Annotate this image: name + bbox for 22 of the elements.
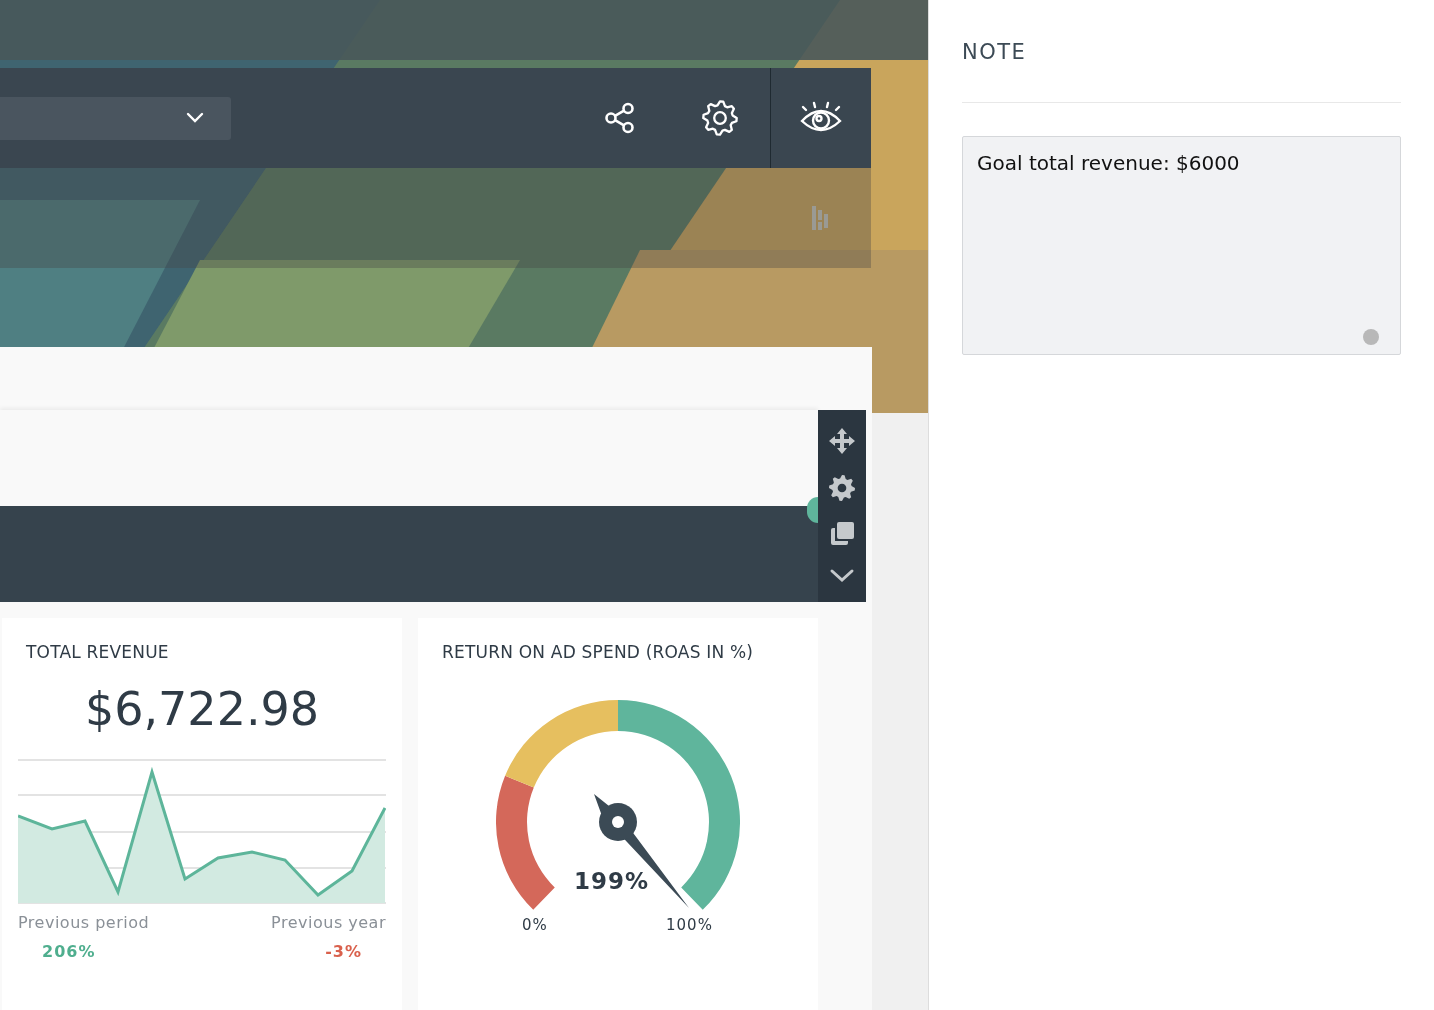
comparison-value: -3% [324, 942, 363, 961]
gauge-max-label: 100% [666, 916, 713, 934]
comparison-label: Previous year [271, 913, 386, 932]
chevron-down-icon [186, 112, 204, 124]
card-title: RETURN ON AD SPEND (ROAS IN %) [442, 642, 755, 662]
gear-icon[interactable] [829, 474, 855, 501]
resize-handle[interactable] [1363, 329, 1379, 345]
comparison-label: Previous period [18, 913, 150, 932]
share-icon [604, 102, 636, 134]
move-icon[interactable] [829, 428, 855, 455]
copy-icon[interactable] [829, 521, 855, 548]
note-field[interactable]: Goal total revenue: $6000 [962, 136, 1401, 355]
chevron-down-icon[interactable] [829, 567, 855, 584]
panel-title: NOTE [962, 40, 1028, 64]
revenue-value: $6,722.98 [83, 682, 321, 736]
logo-icon [812, 206, 830, 230]
gauge-reading: 199% [574, 868, 650, 894]
expand-handle[interactable] [807, 497, 818, 523]
gauge-min-label: 0% [522, 916, 548, 934]
settings-icon [702, 100, 738, 136]
card-title: TOTAL REVENUE [26, 642, 170, 662]
comparison-value: 206% [41, 942, 97, 961]
